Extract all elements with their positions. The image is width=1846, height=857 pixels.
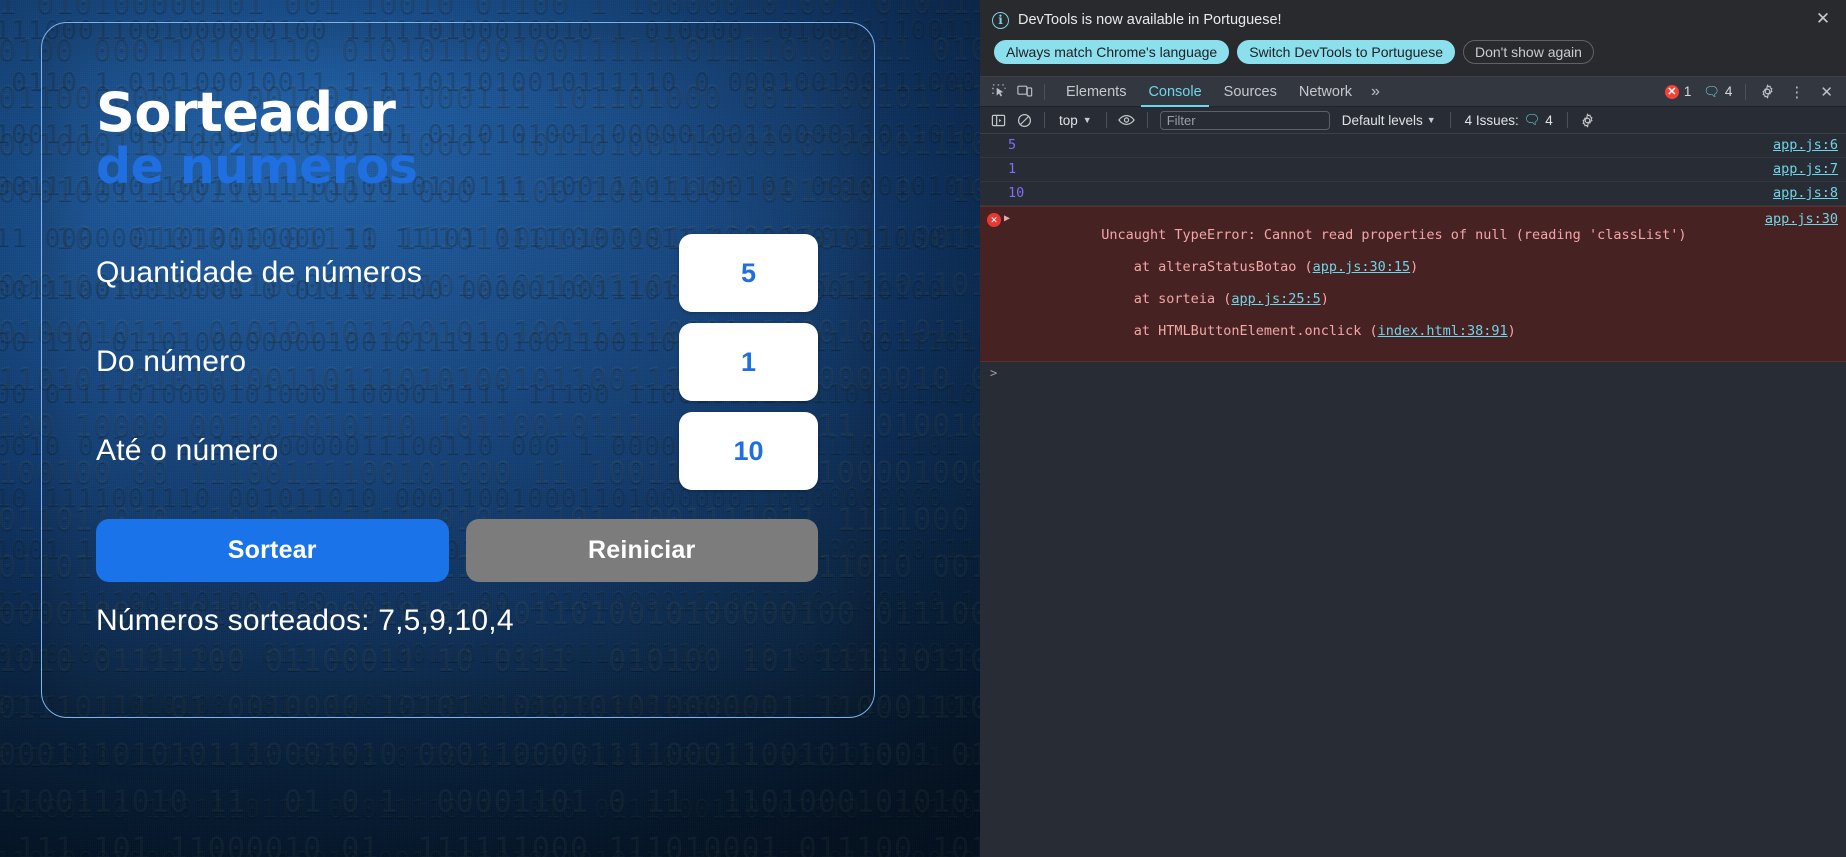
inspect-element-icon[interactable] [986, 79, 1012, 105]
devtools-panel: i DevTools is now available in Portugues… [980, 0, 1846, 857]
label-from: Do número [96, 345, 247, 379]
stack-frame-tail: ) [1410, 259, 1419, 275]
divider [1146, 112, 1148, 128]
error-count: 1 [1683, 84, 1692, 99]
error-headline: Uncaught TypeError: Cannot read properti… [1101, 227, 1687, 243]
message-icon: 🗨 [1703, 83, 1720, 99]
title-sub: de números [96, 138, 418, 196]
divider [1745, 83, 1747, 100]
log-value: 5 [1008, 137, 1017, 153]
prompt-caret-icon: > [990, 366, 998, 380]
console-log-row[interactable]: 1 app.js:7 [980, 158, 1846, 182]
stack-frame-link[interactable]: app.js:25:5 [1231, 291, 1320, 307]
reiniciar-button[interactable]: Reiniciar [465, 518, 818, 582]
warning-count-badge[interactable]: 🗨 4 [1698, 84, 1737, 100]
console-messages[interactable]: 5 app.js:6 1 app.js:7 10 app.js:8 ✕ ▶ Un… [980, 134, 1846, 857]
tab-elements[interactable]: Elements [1055, 77, 1137, 107]
input-from[interactable] [679, 323, 818, 402]
devtools-language-infobar: i DevTools is now available in Portugues… [980, 0, 1846, 77]
console-settings-icon[interactable] [1576, 109, 1600, 131]
stack-frame-text: at alteraStatusBotao ( [1101, 259, 1313, 275]
action-buttons: Sortear Reiniciar [96, 518, 818, 582]
info-icon: i [992, 11, 1009, 29]
devtools-tabstrip: Elements Console Sources Network » ✕ 1 🗨… [980, 77, 1846, 107]
filter-input[interactable] [1159, 110, 1330, 130]
more-options-icon[interactable]: ⋮ [1782, 83, 1811, 101]
switch-to-portuguese-button[interactable]: Switch DevTools to Portuguese [1237, 40, 1455, 64]
console-prompt[interactable]: > [980, 362, 1846, 384]
console-toolbar: top ▼ Default levels ▼ 4 Issues: 🗨 4 [980, 107, 1846, 134]
live-expression-icon[interactable] [1115, 109, 1139, 131]
tab-console[interactable]: Console [1137, 77, 1212, 107]
chevron-down-icon: ▼ [1082, 115, 1092, 125]
console-sidebar-icon[interactable] [986, 109, 1010, 131]
execution-context-value: top [1059, 112, 1078, 128]
field-row-to: Até o número [96, 407, 818, 496]
error-message: Uncaught TypeError: Cannot read properti… [1008, 211, 1755, 355]
close-icon[interactable]: ✕ [1812, 8, 1834, 30]
label-to: Até o número [96, 434, 279, 468]
stack-frame-tail: ) [1320, 291, 1329, 307]
log-source-link[interactable]: app.js:8 [1761, 185, 1838, 201]
expand-arrow-icon[interactable]: ▶ [1004, 213, 1010, 224]
stack-frame-link[interactable]: index.html:38:91 [1378, 323, 1508, 339]
console-log-row[interactable]: 10 app.js:8 [980, 182, 1846, 206]
close-devtools-icon[interactable]: ✕ [1813, 83, 1840, 101]
field-row-quantity: Quantidade de números [96, 229, 818, 318]
tab-sources[interactable]: Sources [1213, 77, 1288, 107]
log-value: 1 [1008, 161, 1017, 177]
infobar-message: DevTools is now available in Portuguese! [1018, 12, 1282, 28]
more-tabs-icon[interactable]: » [1363, 77, 1388, 107]
divider [1449, 112, 1451, 128]
error-icon: ✕ [987, 213, 1001, 227]
issues-badge[interactable]: 4 Issues: 🗨 4 [1459, 112, 1559, 128]
message-icon: 🗨 [1523, 112, 1541, 127]
always-match-language-button[interactable]: Always match Chrome's language [994, 40, 1230, 64]
input-to[interactable] [679, 412, 818, 491]
sortear-button[interactable]: Sortear [96, 518, 449, 582]
label-quantity: Quantidade de números [96, 256, 423, 290]
chevron-down-icon: ▼ [1426, 115, 1436, 125]
error-count-badge[interactable]: ✕ 1 [1660, 84, 1697, 99]
web-page-viewport: 001 010100000101 001 10010 01100 1 10000… [0, 0, 980, 857]
warning-count: 4 [1724, 84, 1733, 99]
log-levels-label: Default levels [1341, 112, 1423, 128]
infobar-actions: Always match Chrome's language Switch De… [992, 40, 1834, 64]
clear-console-icon[interactable] [1012, 109, 1036, 131]
stack-frame-text: at HTMLButtonElement.onclick ( [1101, 323, 1378, 339]
log-value: 10 [1008, 185, 1025, 201]
log-source-link[interactable]: app.js:7 [1761, 161, 1838, 177]
result-text: Números sorteados: 7,5,9,10,4 [96, 603, 514, 637]
execution-context-select[interactable]: top ▼ [1053, 113, 1098, 128]
device-toolbar-icon[interactable] [1012, 79, 1038, 105]
panel-tabs: Elements Console Sources Network » [1055, 77, 1388, 107]
error-icon: ✕ [1664, 84, 1679, 99]
divider [1566, 112, 1568, 128]
issues-count: 4 [1545, 112, 1553, 128]
console-error-row[interactable]: ✕ ▶ Uncaught TypeError: Cannot read prop… [980, 206, 1846, 362]
divider [1044, 83, 1045, 100]
field-row-from: Do número [96, 318, 818, 407]
page-title: Sorteador de números [96, 85, 818, 195]
issues-label: 4 Issues: [1464, 112, 1519, 128]
stack-frame-text: at sorteia ( [1101, 291, 1232, 307]
log-source-link[interactable]: app.js:6 [1761, 137, 1838, 153]
console-log-row[interactable]: 5 app.js:6 [980, 134, 1846, 158]
sorteador-card: Sorteador de números Quantidade de númer… [41, 22, 875, 718]
tabstrip-status: ✕ 1 🗨 4 ⋮ ✕ [1660, 79, 1842, 105]
title-main: Sorteador [96, 81, 396, 144]
stack-frame-tail: ) [1507, 323, 1516, 339]
log-levels-select[interactable]: Default levels ▼ [1336, 113, 1442, 128]
error-source-link[interactable]: app.js:30 [1755, 211, 1838, 227]
stack-frame-link[interactable]: app.js:30:15 [1313, 259, 1411, 275]
tab-network[interactable]: Network [1288, 77, 1363, 107]
divider [1044, 112, 1045, 128]
gear-icon[interactable] [1754, 79, 1780, 105]
input-quantity[interactable] [679, 234, 818, 313]
dont-show-again-button[interactable]: Don't show again [1462, 40, 1594, 64]
divider [1105, 112, 1107, 128]
